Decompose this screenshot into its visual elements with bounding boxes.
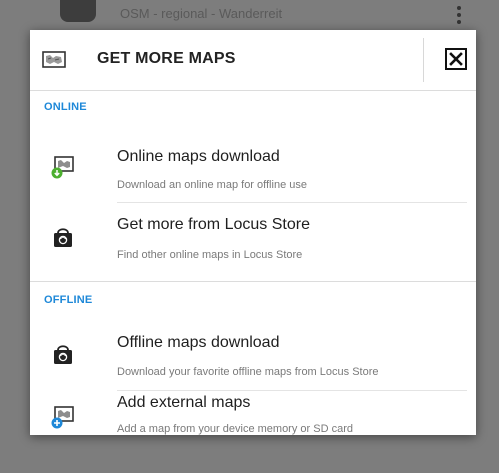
item-subtitle: Find other online maps in Locus Store [117,249,303,261]
add-external-maps-item[interactable]: Add external maps Add a map from your de… [30,392,476,452]
item-title: Get more from Locus Store [117,216,310,233]
item-title: Offline maps download [117,334,280,351]
section-divider [30,281,476,282]
store-bag-icon [50,224,74,248]
background-list-row: OSM - regional - Wanderreit [0,0,499,30]
background-row-text: OSM - regional - Wanderreit [120,6,283,21]
background-map-icon [60,0,96,22]
online-maps-download-item[interactable]: Online maps download Download an online … [30,134,476,194]
section-header-offline: OFFLINE [44,294,93,306]
dialog-title: GET MORE MAPS [97,50,236,67]
close-button[interactable] [445,48,467,70]
map-add-icon [50,404,74,429]
header-divider [423,38,424,82]
locus-store-item[interactable]: Get more from Locus Store Find other onl… [30,204,476,264]
item-subtitle: Download your favorite offline maps from… [117,366,379,378]
overflow-menu-icon [457,6,461,27]
offline-maps-download-item[interactable]: Offline maps download Download your favo… [30,326,476,386]
dialog-header: GET MORE MAPS [30,30,476,91]
item-divider [117,390,467,391]
section-header-online: ONLINE [44,101,87,113]
map-icon [42,51,66,68]
map-download-icon [50,154,74,179]
close-icon [449,52,463,66]
item-title: Add external maps [117,394,251,411]
get-more-maps-dialog: GET MORE MAPS ONLINE Online maps downloa… [30,30,476,435]
item-divider [117,202,467,203]
item-subtitle: Add a map from your device memory or SD … [117,423,353,435]
item-title: Online maps download [117,148,280,165]
store-bag-icon [50,341,74,365]
item-subtitle: Download an online map for offline use [117,179,307,191]
